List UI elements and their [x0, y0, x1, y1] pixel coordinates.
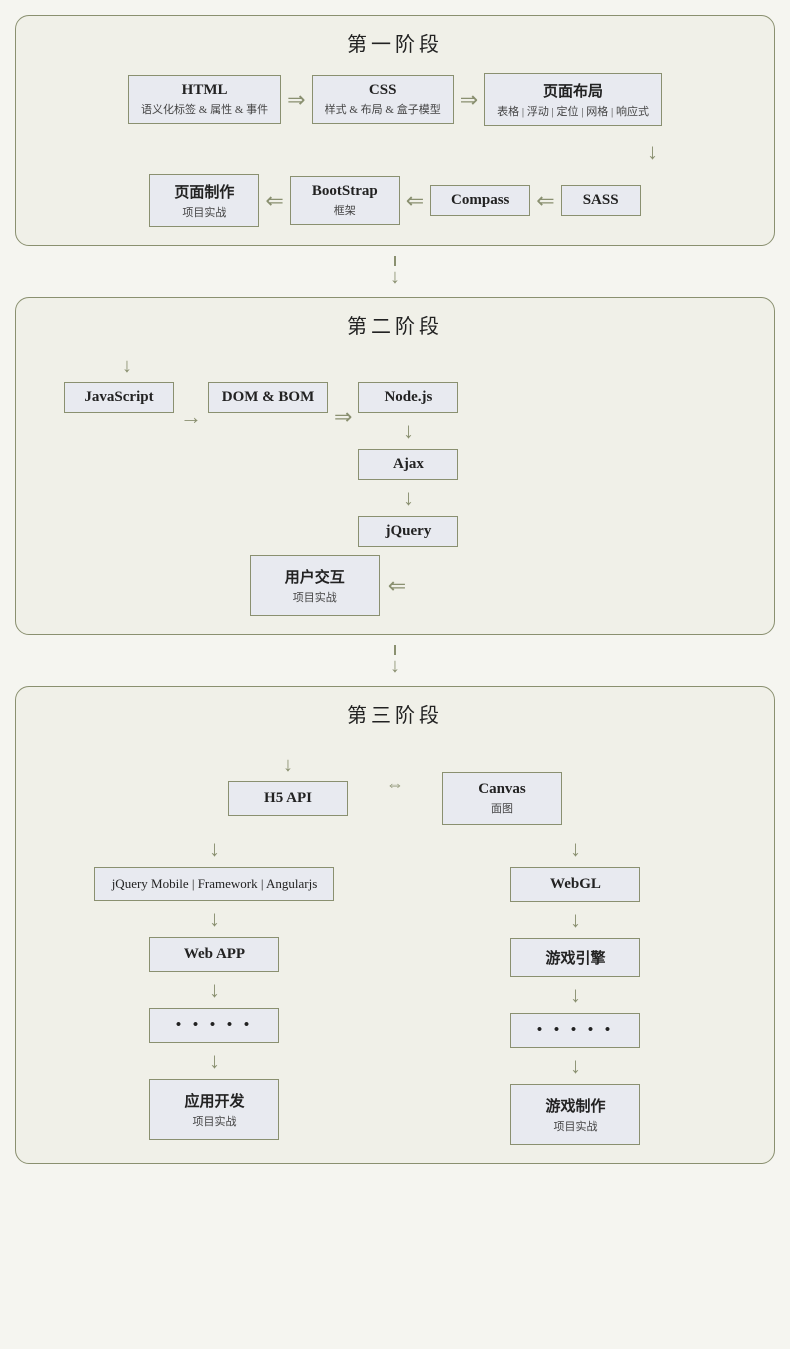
jquery-box: jQuery: [358, 516, 458, 547]
webgl-label: WebGL: [550, 876, 601, 893]
stage-3-title: 第三阶段: [34, 699, 756, 728]
gamemake-sub: 项目实战: [553, 1118, 597, 1134]
layout-box: 页面布局 表格 | 浮动 | 定位 | 网格 | 响应式: [484, 73, 662, 126]
arrow-layout-sass: ↓: [647, 139, 658, 165]
canvas-label: Canvas: [478, 781, 526, 798]
arrow-js-dom: →: [180, 404, 202, 430]
canvas-box: Canvas 面图: [442, 772, 562, 825]
ajax-label: Ajax: [393, 456, 424, 473]
bootstrap-box: BootStrap 框架: [290, 176, 400, 225]
arrow-dots1-appdev: ↓: [209, 1048, 220, 1074]
bootstrap-label: BootStrap: [312, 183, 378, 200]
arrow-node-ajax: ↓: [403, 418, 414, 444]
stage1-row1: HTML 语义化标签 & 属性 & 事件 ⇒ CSS 样式 & 布局 & 盒子模…: [34, 73, 756, 126]
html-label: HTML: [182, 82, 228, 99]
arrow-dom-node: ⇒: [334, 404, 352, 430]
webpage-label: 页面制作: [174, 181, 234, 202]
gamemake-box: 游戏制作 项目实战: [510, 1084, 640, 1145]
layout-label: 页面布局: [543, 80, 603, 101]
css-label: CSS: [369, 82, 397, 99]
appdev-label: 应用开发: [184, 1090, 244, 1111]
arrow-h5-canvas: ⇔: [386, 774, 404, 795]
webgl-box: WebGL: [510, 867, 640, 902]
arrow-webgl-gameengine: ↓: [570, 907, 581, 933]
arrow-bootstrap-webpage: ⇐: [265, 188, 283, 214]
dombom-label: DOM & BOM: [222, 389, 314, 406]
stage-1-title: 第一阶段: [34, 28, 756, 57]
stage-3: 第三阶段 ↓ H5 API ⇔ Canvas 面图 ↓ jQuery Mobil…: [15, 686, 775, 1164]
arrow-h5-mobile: ↓: [209, 836, 220, 862]
webapp-label: Web APP: [184, 946, 245, 963]
webapp-box: Web APP: [149, 937, 279, 972]
h5api-box: H5 API: [228, 781, 348, 816]
arrow-jquery-interaction: ⇐: [388, 573, 406, 599]
sass-box: SASS: [561, 185, 641, 216]
arrow-into-h5: ↓: [283, 754, 293, 777]
layout-sub: 表格 | 浮动 | 定位 | 网格 | 响应式: [497, 103, 649, 119]
stage-1: 第一阶段 HTML 语义化标签 & 属性 & 事件 ⇒ CSS 样式 & 布局 …: [15, 15, 775, 246]
nodejs-box: Node.js: [358, 382, 458, 413]
webpage-box: 页面制作 项目实战: [149, 174, 259, 227]
arrow-webapp-dots1: ↓: [209, 977, 220, 1003]
dots2-label: • • • • •: [537, 1022, 614, 1039]
dots1-label: • • • • •: [176, 1017, 253, 1034]
mobile-box: jQuery Mobile | Framework | Angularjs: [94, 867, 334, 901]
stage1-row2: 页面制作 项目实战 ⇐ BootStrap 框架 ⇐ Compass ⇐ SAS…: [34, 174, 756, 227]
dots2-box: • • • • •: [510, 1013, 640, 1048]
compass-box: Compass: [430, 185, 530, 216]
arrow-dots2-gamemake: ↓: [570, 1053, 581, 1079]
arrow-mobile-webapp: ↓: [209, 906, 220, 932]
arrow-html-css: ⇒: [287, 87, 305, 113]
gamemake-label: 游戏制作: [545, 1095, 605, 1116]
canvas-sub: 面图: [491, 800, 513, 816]
stage-2: 第二阶段 ↓ JavaScript → DOM & BOM ⇒ Node.js …: [15, 297, 775, 635]
mobile-label: jQuery Mobile | Framework | Angularjs: [112, 876, 318, 892]
arrow-ajax-jquery: ↓: [403, 485, 414, 511]
arrow-into-js: ↓: [122, 355, 132, 378]
interaction-label: 用户交互: [285, 566, 345, 587]
arrow-gameengine-dots2: ↓: [570, 982, 581, 1008]
html-box: HTML 语义化标签 & 属性 & 事件: [128, 75, 281, 124]
arrow-sass-compass: ⇐: [536, 188, 554, 214]
arrow-canvas-webgl: ↓: [570, 836, 581, 862]
ajax-box: Ajax: [358, 449, 458, 480]
interaction-sub: 项目实战: [293, 589, 337, 605]
jquery-label: jQuery: [386, 523, 432, 540]
arrow-stage1-stage2: ↓: [15, 256, 775, 289]
gameengine-label: 游戏引擎: [545, 947, 605, 968]
dots1-box: • • • • •: [149, 1008, 279, 1043]
dombom-box: DOM & BOM: [208, 382, 328, 413]
arrow-stage2-stage3: ↓: [15, 645, 775, 678]
gameengine-box: 游戏引擎: [510, 938, 640, 977]
bootstrap-sub: 框架: [334, 202, 356, 218]
javascript-label: JavaScript: [84, 389, 153, 406]
interaction-box: 用户交互 项目实战: [250, 555, 380, 616]
appdev-box: 应用开发 项目实战: [149, 1079, 279, 1140]
html-sub: 语义化标签 & 属性 & 事件: [141, 101, 268, 117]
stage-2-title: 第二阶段: [34, 310, 756, 339]
h5api-label: H5 API: [264, 790, 312, 807]
nodejs-label: Node.js: [384, 389, 432, 406]
arrow-css-layout: ⇒: [460, 87, 478, 113]
compass-label: Compass: [451, 192, 509, 209]
sass-label: SASS: [583, 192, 619, 209]
css-box: CSS 样式 & 布局 & 盒子模型: [312, 75, 454, 124]
javascript-box: JavaScript: [64, 382, 174, 413]
css-sub: 样式 & 布局 & 盒子模型: [325, 101, 441, 117]
arrow-compass-bootstrap: ⇐: [406, 188, 424, 214]
webpage-sub: 项目实战: [182, 204, 226, 220]
appdev-sub: 项目实战: [192, 1113, 236, 1129]
